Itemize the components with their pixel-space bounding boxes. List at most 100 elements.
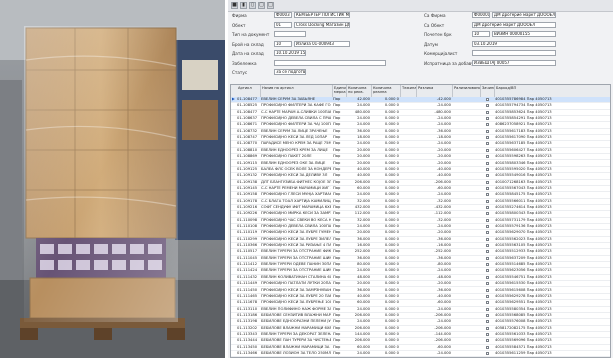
grid-cell: Пар xyxy=(333,312,341,317)
grid-cell: -24.000 xyxy=(436,103,451,108)
row-checkbox[interactable] xyxy=(486,155,489,159)
form-value-field[interactable]: За се подготви xyxy=(274,69,306,75)
row-checkbox[interactable] xyxy=(486,174,489,178)
row-checkbox[interactable] xyxy=(486,129,489,133)
row-checkbox[interactable] xyxy=(486,110,489,114)
row-checkbox[interactable] xyxy=(486,212,489,216)
grid-cell: -20.000 xyxy=(436,230,451,235)
form-value-field[interactable]: Cross Docking Магазин ДМ xyxy=(294,21,350,28)
row-checkbox[interactable] xyxy=(486,142,489,146)
row-checkbox[interactable] xyxy=(486,123,489,127)
grid-column-header[interactable]: Разлика xyxy=(417,85,453,97)
form-value-field[interactable] xyxy=(274,59,386,66)
row-checkbox[interactable] xyxy=(486,148,489,152)
toolbar-button-1[interactable]: ■ xyxy=(231,2,238,9)
grid-column-header[interactable]: Количина реална xyxy=(372,85,401,97)
grid-cell: 36.000 xyxy=(357,255,370,260)
grid-column-header[interactable]: Единица мерка xyxy=(333,85,347,97)
row-checkbox[interactable] xyxy=(486,237,489,241)
row-checkbox[interactable] xyxy=(486,193,489,197)
row-checkbox[interactable] xyxy=(486,275,489,279)
grid-cell: ПРОФИСИЈНО ЧАС СВЕЌИ ВО КЕСА НЕСВЕ 5 xyxy=(261,217,331,222)
form-value-field[interactable]: Излиза 01-000943 xyxy=(294,40,350,47)
row-checkbox[interactable] xyxy=(486,136,489,140)
grid-cell: 01-111465 xyxy=(237,293,258,298)
row-checkbox[interactable] xyxy=(486,117,489,121)
form-label: Дата на склад xyxy=(232,51,264,56)
form-code-field[interactable]: Ф0003 xyxy=(274,12,292,18)
form-code-field[interactable]: 01 xyxy=(274,21,292,28)
grid-cell: -480.000 xyxy=(434,109,451,114)
grid-cell: 80.000 xyxy=(357,262,370,267)
form-code-field[interactable]: 10 xyxy=(274,40,292,47)
row-checkbox[interactable] xyxy=(486,326,489,330)
row-checkbox[interactable] xyxy=(486,263,489,267)
row-checkbox[interactable] xyxy=(486,294,489,298)
row-checkbox[interactable] xyxy=(486,98,489,101)
grid-column-header[interactable]: Рализиловано xyxy=(453,85,481,97)
form-label: Брой на склад xyxy=(232,41,264,47)
row-checkbox[interactable] xyxy=(486,231,489,235)
grid-cell: 4010355546751 Пар 4050713 xyxy=(495,274,552,279)
grid-column-header[interactable]: Зачинкато xyxy=(481,85,495,97)
grid-cell: 0.000 0 xyxy=(384,274,399,279)
form-code-field[interactable]: Ф00001 xyxy=(472,12,490,18)
grid-column-header[interactable]: Баркод/ВП xyxy=(495,85,610,97)
grid-cell: 0.000 0 xyxy=(384,268,399,273)
form-value-field[interactable]: ВИЗИН 00000155 xyxy=(492,31,556,37)
grid-column-header[interactable]: Тежина xyxy=(401,85,417,97)
row-checkbox[interactable] xyxy=(486,301,489,305)
form-value-field[interactable]: КЕМЪЕРТЕР ЛОГИСТИК МАГ xyxy=(294,12,350,18)
form-value-field[interactable] xyxy=(472,50,556,56)
row-checkbox[interactable] xyxy=(486,288,489,292)
row-checkbox[interactable] xyxy=(486,244,489,248)
table-row[interactable]: 01-113466 БЕБИЛОВЕ ЛОЗИОН ЗА ТЕЛО 250МЛ Па… xyxy=(231,351,610,357)
grid-cell: 4010355629278 Пар 4050713 xyxy=(495,293,552,298)
row-checkbox[interactable] xyxy=(486,269,489,273)
grid-cell: -36.000 xyxy=(436,255,451,260)
row-checkbox[interactable] xyxy=(486,332,489,336)
row-checkbox[interactable] xyxy=(486,320,489,324)
grid-cell: Пар xyxy=(333,268,341,273)
form-value-field[interactable]: 10.10.2019 15:48:11 xyxy=(274,50,306,56)
toolbar-button-3[interactable]: ▯ xyxy=(249,2,256,9)
row-checkbox[interactable] xyxy=(486,180,489,184)
form-value-field[interactable]: 03.10.2019 xyxy=(472,40,556,47)
row-checkbox[interactable] xyxy=(486,345,489,349)
grid-cell: -48.000 xyxy=(436,274,451,279)
grid-cell: 0.000 0 xyxy=(384,306,399,311)
toolbar-button-2[interactable]: ▮ xyxy=(240,2,247,9)
grid-cell: С-С НАРТЕ МАРАМ А-СЛИВКИ 100ПАР xyxy=(261,109,331,114)
row-checkbox[interactable] xyxy=(486,225,489,228)
grid-cell: ЕВЕЛИН ПОЛИФИНО НАЖ ФОРМЕ ЗА ЛИЦЕ xyxy=(261,306,331,311)
row-checkbox[interactable] xyxy=(486,250,489,254)
row-checkbox[interactable] xyxy=(486,186,489,190)
grid-column-header[interactable]: Количина по рекв. xyxy=(347,85,372,97)
grid-cell: 01-111678 xyxy=(237,300,258,305)
row-checkbox[interactable] xyxy=(486,199,489,203)
toolbar-button-4[interactable]: ▢ xyxy=(258,2,265,9)
row-checkbox[interactable] xyxy=(486,167,489,171)
form-value-field[interactable]: ДМ дрогерие маркт ДОООЕЛ xyxy=(472,21,556,28)
row-checkbox[interactable] xyxy=(486,218,489,222)
grid-column-header[interactable]: Назив на артикл xyxy=(261,85,333,97)
grid-cell: ПРОФИСИЈНО КЕСИ ЗА РИЗАЊЕ 4 ПАКОВ xyxy=(261,243,331,248)
grid-column-header[interactable]: Артикл xyxy=(237,85,261,97)
form-value-field[interactable]: ИЗВЕШТАЈ 00057 xyxy=(472,59,556,66)
row-checkbox[interactable] xyxy=(486,104,489,108)
row-checkbox[interactable] xyxy=(486,256,489,260)
row-checkbox[interactable] xyxy=(486,205,489,209)
grid-cell: 20.000 xyxy=(357,160,370,165)
form-value-field[interactable]: ДМ дрогерие маркт ДОООЕЛ xyxy=(492,12,556,18)
row-checkbox[interactable] xyxy=(486,339,489,343)
grid-cell: 01-108637 xyxy=(237,116,258,121)
form-code-field[interactable]: 10 xyxy=(472,31,490,37)
grid-cell: ПРОФИСИЈНО ФИЛТЕРИ ЗА КАФЕ ГОЛ2 120П. xyxy=(261,103,331,108)
toolbar-button-5[interactable]: □ xyxy=(267,2,274,9)
row-checkbox[interactable] xyxy=(486,161,489,165)
row-checkbox[interactable] xyxy=(486,313,489,317)
row-checkbox[interactable] xyxy=(486,307,489,311)
row-checkbox[interactable] xyxy=(486,352,489,355)
row-checkbox[interactable] xyxy=(486,282,489,286)
form-value-field[interactable] xyxy=(274,31,306,37)
